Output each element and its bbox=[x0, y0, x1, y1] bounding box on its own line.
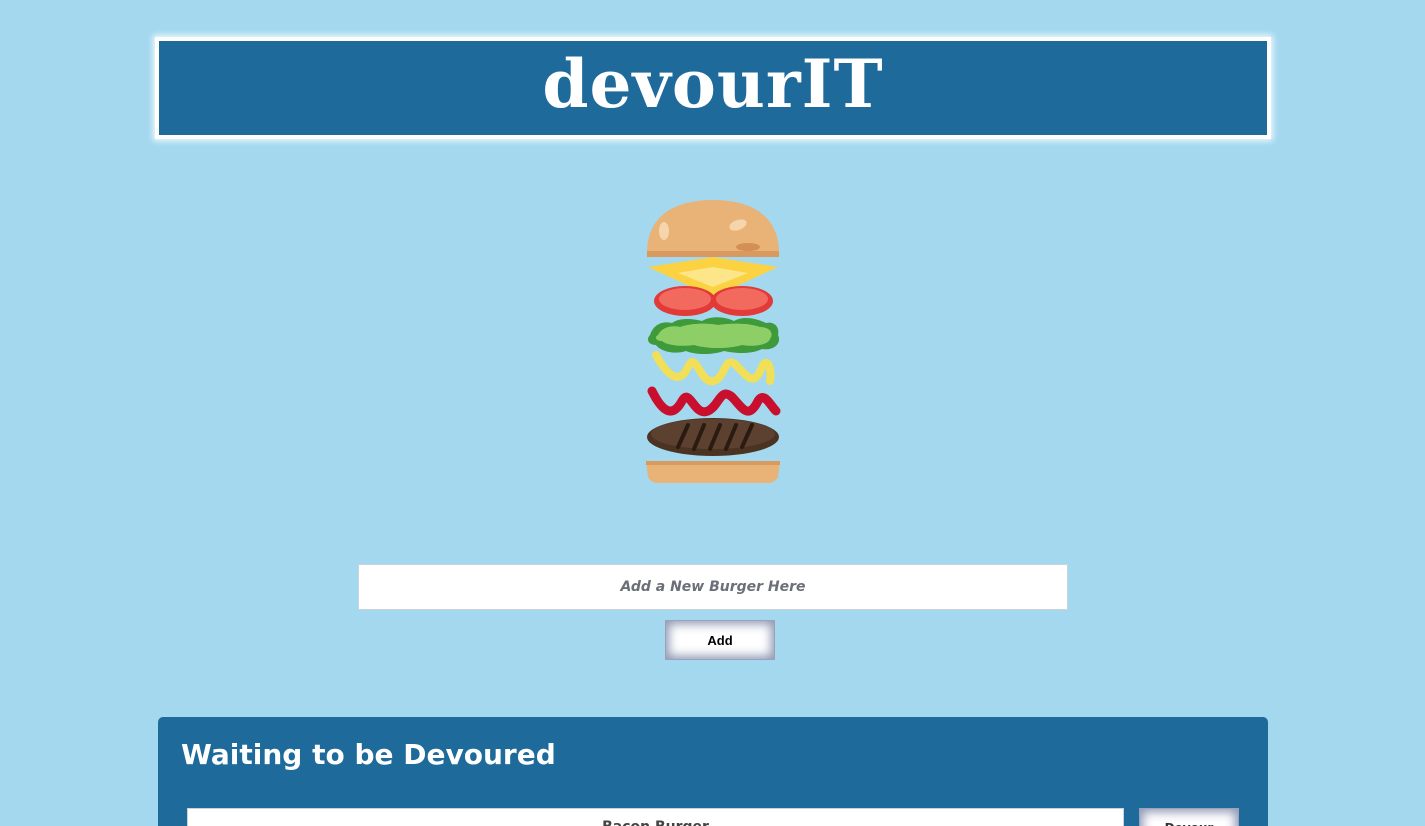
burger-item-name: Bacon Burger bbox=[187, 808, 1124, 826]
app-title: devourIT bbox=[542, 45, 884, 123]
header-banner: devourIT bbox=[155, 37, 1271, 139]
waiting-panel: Waiting to be Devoured Bacon Burger Devo… bbox=[158, 717, 1268, 826]
new-burger-input[interactable] bbox=[358, 564, 1068, 610]
page: devourIT Add a New Burger Here Add Waiti… bbox=[0, 0, 1425, 826]
waiting-panel-title: Waiting to be Devoured bbox=[181, 738, 556, 771]
burger-illustration bbox=[646, 200, 781, 483]
devour-button[interactable]: Devour bbox=[1139, 808, 1239, 826]
add-burger-button[interactable]: Add bbox=[665, 620, 775, 660]
